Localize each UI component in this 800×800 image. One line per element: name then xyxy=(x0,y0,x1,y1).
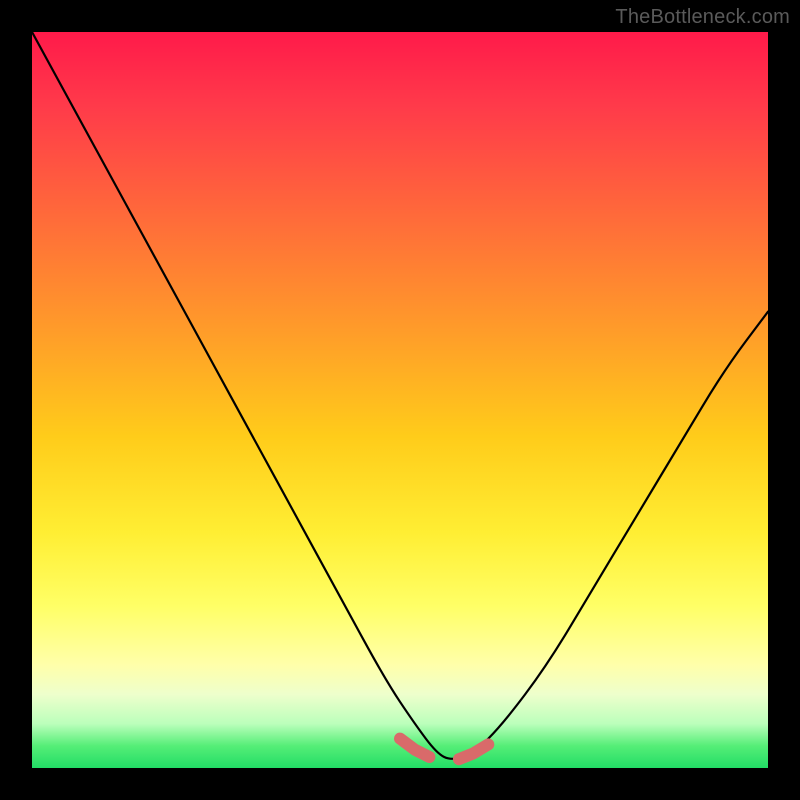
chart-frame: TheBottleneck.com xyxy=(0,0,800,800)
plot-area xyxy=(32,32,768,768)
highlight-markers xyxy=(32,32,768,768)
watermark-text: TheBottleneck.com xyxy=(615,6,790,29)
